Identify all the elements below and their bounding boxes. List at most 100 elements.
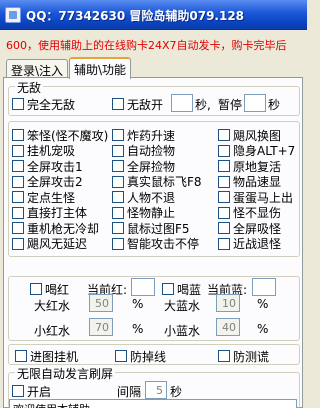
pause-seconds-input[interactable] bbox=[244, 94, 266, 112]
big-red-label: 大红水 bbox=[34, 299, 71, 313]
checkbox-box[interactable] bbox=[112, 160, 124, 172]
checkbox-box[interactable] bbox=[218, 350, 230, 362]
anti-test-checkbox[interactable]: 防测谎 bbox=[218, 348, 269, 364]
checkbox-box[interactable] bbox=[12, 98, 24, 110]
feature-checkbox[interactable]: 全屏捡物 bbox=[112, 158, 175, 174]
checkbox-box[interactable] bbox=[218, 237, 230, 250]
checkbox-label: 怪物静止 bbox=[127, 206, 176, 220]
checkbox-label: 防掉线 bbox=[130, 349, 167, 364]
checkbox-box[interactable] bbox=[12, 191, 24, 203]
checkbox-label: 物品速显 bbox=[233, 175, 282, 189]
checkbox-box[interactable] bbox=[218, 175, 230, 188]
feature-checkbox[interactable]: 炸药升速 bbox=[112, 127, 175, 143]
feature-checkbox[interactable]: 定点生怪 bbox=[12, 189, 75, 205]
checkbox-box[interactable] bbox=[12, 385, 24, 397]
checkbox-box[interactable] bbox=[218, 191, 230, 203]
feature-checkbox[interactable]: 挂机宠吸 bbox=[12, 143, 75, 159]
feature-checkbox[interactable]: 隐身ALT+7 bbox=[218, 143, 295, 159]
feature-checkbox[interactable]: 怪物静止 bbox=[112, 205, 175, 221]
checkbox-label: 炸药升速 bbox=[127, 128, 176, 143]
checkbox-label: 完全无敌 bbox=[27, 97, 76, 112]
big-blue-input[interactable]: 10 bbox=[216, 294, 240, 312]
checkbox-label: 定点生怪 bbox=[27, 190, 76, 205]
feature-checkbox[interactable]: 物品速显 bbox=[218, 174, 281, 190]
big-red-input[interactable]: 50 bbox=[89, 294, 113, 312]
checkbox-box[interactable] bbox=[12, 160, 24, 172]
checkbox-box[interactable] bbox=[112, 144, 124, 157]
feature-checkbox[interactable]: 重机枪无冷却 bbox=[12, 220, 99, 236]
feature-checkbox[interactable]: 全屏攻击2 bbox=[12, 174, 83, 190]
checkbox-box[interactable] bbox=[12, 129, 24, 141]
tab-login[interactable]: 登录\注入 bbox=[6, 59, 68, 78]
checkbox-label: 真实鼠标飞F8 bbox=[127, 175, 202, 189]
checkbox-label: 飓风无延迟 bbox=[27, 237, 88, 251]
checkbox-box[interactable] bbox=[112, 222, 124, 234]
interval-unit-label: 秒 bbox=[170, 385, 183, 399]
checkbox-box[interactable] bbox=[112, 206, 124, 219]
feature-checkbox[interactable]: 原地复活 bbox=[218, 158, 281, 174]
checkbox-box[interactable] bbox=[12, 175, 24, 188]
checkbox-label: 智能攻击不停 bbox=[127, 237, 200, 251]
feature-checkbox[interactable]: 怪不显伤 bbox=[218, 205, 281, 221]
title-bar[interactable]: QQ：77342630 冒险岛辅助079.128 bbox=[0, 0, 307, 30]
feature-checkbox[interactable]: 近战退怪 bbox=[218, 236, 281, 252]
checkbox-box[interactable] bbox=[12, 222, 24, 234]
checkbox-box[interactable] bbox=[12, 206, 24, 219]
checkbox-label: 开启 bbox=[27, 384, 52, 399]
invincible-seconds-input[interactable] bbox=[171, 94, 193, 112]
checkbox-box[interactable] bbox=[112, 98, 124, 110]
feature-checkbox[interactable]: 鼠标过图F5 bbox=[112, 220, 190, 236]
feature-checkbox[interactable]: 直接打主体 bbox=[12, 205, 87, 221]
percent-label: % bbox=[132, 322, 144, 336]
timed-invincible-checkbox[interactable]: 无敌开 bbox=[112, 96, 163, 112]
big-blue-label: 大蓝水 bbox=[164, 299, 201, 313]
feature-checkbox[interactable]: 笨怪(怪不魔攻) bbox=[12, 127, 108, 143]
checkbox-box[interactable] bbox=[112, 237, 124, 250]
feature-checkbox[interactable]: 蛋蛋马上出 bbox=[218, 189, 293, 205]
drink-mp-checkbox[interactable]: 喝蓝 bbox=[162, 281, 201, 297]
checkbox-box[interactable] bbox=[12, 144, 24, 157]
small-red-input[interactable]: 70 bbox=[89, 318, 113, 336]
feature-checkbox[interactable]: 全屏攻击1 bbox=[12, 158, 83, 174]
feature-checkbox[interactable]: 全屏吸怪 bbox=[218, 220, 281, 236]
feature-checkbox[interactable]: 人物不退 bbox=[112, 189, 175, 205]
checkbox-box[interactable] bbox=[30, 283, 42, 295]
feature-checkbox[interactable]: 自动捡物 bbox=[112, 143, 175, 159]
checkbox-box[interactable] bbox=[218, 222, 230, 234]
percent-label: % bbox=[132, 297, 144, 311]
checkbox-box[interactable] bbox=[218, 144, 230, 157]
checkbox-label: 重机枪无冷却 bbox=[27, 221, 100, 236]
checkbox-label: 全屏吸怪 bbox=[233, 221, 282, 236]
checkbox-label: 鼠标过图F5 bbox=[127, 221, 190, 236]
checkbox-label: 蛋蛋马上出 bbox=[233, 190, 294, 205]
percent-label: % bbox=[257, 322, 269, 336]
feature-checkbox[interactable]: 飓风无延迟 bbox=[12, 236, 87, 252]
feature-checkbox[interactable]: 真实鼠标飞F8 bbox=[112, 174, 202, 190]
checkbox-box[interactable] bbox=[12, 237, 24, 250]
checkbox-label: 防测谎 bbox=[233, 349, 270, 364]
checkbox-box[interactable] bbox=[218, 160, 230, 172]
checkbox-box[interactable] bbox=[112, 175, 124, 188]
full-invincible-checkbox[interactable]: 完全无敌 bbox=[12, 96, 75, 112]
small-blue-input[interactable]: 40 bbox=[216, 318, 240, 336]
tab-features[interactable]: 辅助\功能 bbox=[69, 57, 131, 79]
spam-message-textarea[interactable]: 欢迎使用本辅助 bbox=[9, 399, 297, 408]
map-hang-checkbox[interactable]: 进图挂机 bbox=[15, 348, 78, 364]
percent-label: % bbox=[257, 297, 269, 311]
checkbox-box[interactable] bbox=[15, 350, 27, 362]
drink-hp-checkbox[interactable]: 喝红 bbox=[30, 281, 69, 297]
feature-checkbox[interactable]: 智能攻击不停 bbox=[112, 236, 199, 252]
checkbox-box[interactable] bbox=[115, 350, 127, 362]
checkbox-box[interactable] bbox=[218, 206, 230, 219]
current-mp-input[interactable] bbox=[252, 278, 276, 296]
small-red-label: 小红水 bbox=[34, 324, 71, 338]
spam-enable-checkbox[interactable]: 开启 bbox=[12, 383, 51, 399]
checkbox-box[interactable] bbox=[112, 191, 124, 203]
checkbox-box[interactable] bbox=[162, 283, 174, 295]
feature-checkbox[interactable]: 飓风换图 bbox=[218, 127, 281, 143]
checkbox-box[interactable] bbox=[218, 129, 230, 141]
current-hp-input[interactable] bbox=[131, 278, 155, 296]
interval-input[interactable]: 5 bbox=[145, 381, 167, 399]
checkbox-box[interactable] bbox=[112, 129, 124, 141]
anti-drop-checkbox[interactable]: 防掉线 bbox=[115, 348, 166, 364]
